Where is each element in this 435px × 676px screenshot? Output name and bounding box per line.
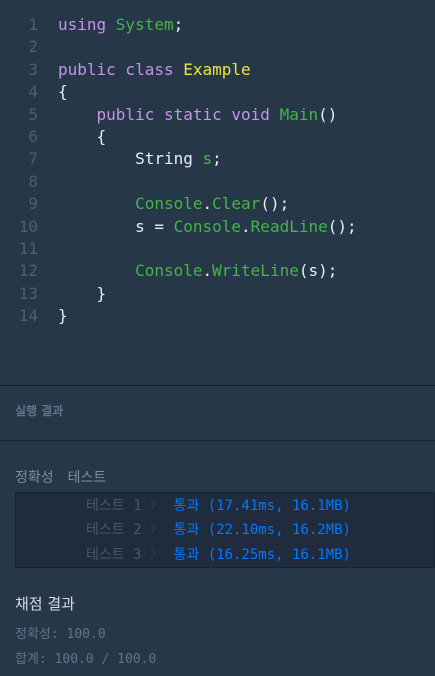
code-token: Console xyxy=(135,261,203,281)
code-token: (); xyxy=(327,216,357,236)
code-token: ReadLine xyxy=(250,216,328,236)
test-results-box: 테스트 1 〉 통과 (17.41ms, 16.1MB) 테스트 2 〉 통과 (22.… xyxy=(15,492,435,568)
total-score: 합계: 100.0 / 100.0 xyxy=(15,652,157,667)
code-text: } xyxy=(58,283,107,305)
code-text: using System; xyxy=(58,14,183,36)
code-line: 5 public static void Main() xyxy=(0,104,435,126)
code-token: s = xyxy=(58,216,174,236)
code-token: public static void xyxy=(96,104,280,124)
line-number: 5 xyxy=(28,104,38,124)
code-editor[interactable]: 1 using System; 2 3 public class Example 4{5 … xyxy=(0,14,435,327)
line-number: 10 xyxy=(18,216,38,236)
code-text: Console.Clear(); xyxy=(58,193,289,215)
line-number: 13 xyxy=(18,283,38,303)
test-status: 통과 (17.41ms, 16.1MB) xyxy=(173,498,351,514)
line-number: 1 xyxy=(28,15,38,34)
line-number: 12 xyxy=(18,261,38,281)
code-token: System xyxy=(115,15,174,34)
code-token: . xyxy=(202,194,213,214)
code-line: 12 Console.WriteLine(s); xyxy=(0,260,435,282)
code-line: 14} xyxy=(0,305,435,327)
test-status: 통과 (22.10ms, 16.2MB) xyxy=(173,522,351,538)
line-number: 7 xyxy=(28,149,38,169)
code-token: Example xyxy=(183,59,251,79)
code-token: { xyxy=(58,126,107,146)
code-token: () xyxy=(318,104,338,124)
code-token: public class xyxy=(58,59,184,79)
line-number: 11 xyxy=(18,238,38,258)
code-token: String xyxy=(58,149,203,169)
line-number: 2 xyxy=(28,37,38,57)
line-number: 4 xyxy=(28,82,38,102)
test-name: 테스트 2 xyxy=(86,522,142,538)
code-line: 10 s = Console.ReadLine(); xyxy=(0,216,435,238)
test-row: 테스트 2 〉 통과 (22.10ms, 16.2MB) xyxy=(86,520,351,540)
code-text: public static void Main() xyxy=(58,104,338,126)
code-line: 2 xyxy=(0,36,435,58)
tests-label-accuracy: 정확성 xyxy=(15,470,54,486)
code-line: 13 } xyxy=(0,283,435,305)
code-token: ; xyxy=(173,15,184,34)
code-token: Clear xyxy=(212,194,261,214)
code-token: using xyxy=(58,15,116,34)
divider xyxy=(0,385,435,386)
tests-label-test: 테스트 xyxy=(67,470,107,486)
code-line: 1 using System; xyxy=(0,14,435,36)
chevron-right-icon: 〉 xyxy=(149,522,164,538)
code-text: s = Console.ReadLine(); xyxy=(58,216,357,238)
divider xyxy=(0,440,435,441)
code-text: String s; xyxy=(58,148,222,170)
code-token: . xyxy=(202,261,213,281)
code-line: 6 { xyxy=(0,126,435,148)
chevron-right-icon: 〉 xyxy=(149,547,164,563)
code-line: 3 public class Example xyxy=(0,59,435,81)
code-text: { xyxy=(58,126,107,148)
code-text: public class Example xyxy=(58,59,251,81)
code-token: { xyxy=(58,82,68,102)
code-token: (); xyxy=(260,194,290,214)
line-number: 14 xyxy=(18,306,38,326)
code-line: 8 xyxy=(0,171,435,193)
code-token: s xyxy=(202,149,213,169)
section-title: 실행 결과 xyxy=(15,404,64,418)
code-line: 11 xyxy=(0,238,435,260)
test-name: 테스트 1 xyxy=(86,498,142,514)
grade-title: 채점 결과 xyxy=(15,595,75,613)
code-line: 9 Console.Clear(); xyxy=(0,193,435,215)
accuracy-score: 정확성: 100.0 xyxy=(15,627,106,642)
line-number: 8 xyxy=(28,171,38,191)
line-number: 6 xyxy=(28,126,38,146)
code-text: Console.WriteLine(s); xyxy=(58,260,337,282)
test-row: 테스트 3 〉 통과 (16.25ms, 16.1MB) xyxy=(86,545,351,565)
code-text: } xyxy=(58,305,68,327)
test-name: 테스트 3 xyxy=(86,547,142,563)
line-number: 9 xyxy=(28,194,38,214)
code-token: WriteLine xyxy=(212,261,299,281)
test-status: 통과 (16.25ms, 16.1MB) xyxy=(173,547,351,563)
code-token: } xyxy=(58,306,68,326)
code-token: (s); xyxy=(298,261,338,281)
test-row: 테스트 1 〉 통과 (17.41ms, 16.1MB) xyxy=(86,496,351,516)
code-token: Main xyxy=(279,104,319,124)
code-line: 7 String s; xyxy=(0,148,435,170)
code-token: Console xyxy=(135,194,203,214)
line-number: 3 xyxy=(28,59,38,79)
code-line: 4{ xyxy=(0,81,435,103)
code-text: { xyxy=(58,81,68,103)
chevron-right-icon: 〉 xyxy=(149,498,164,514)
tests-label: 정확성 테스트 xyxy=(15,467,120,487)
code-token: } xyxy=(58,283,107,303)
code-token: . xyxy=(241,216,251,236)
code-token: ; xyxy=(212,149,222,169)
code-token: Console xyxy=(173,216,242,236)
